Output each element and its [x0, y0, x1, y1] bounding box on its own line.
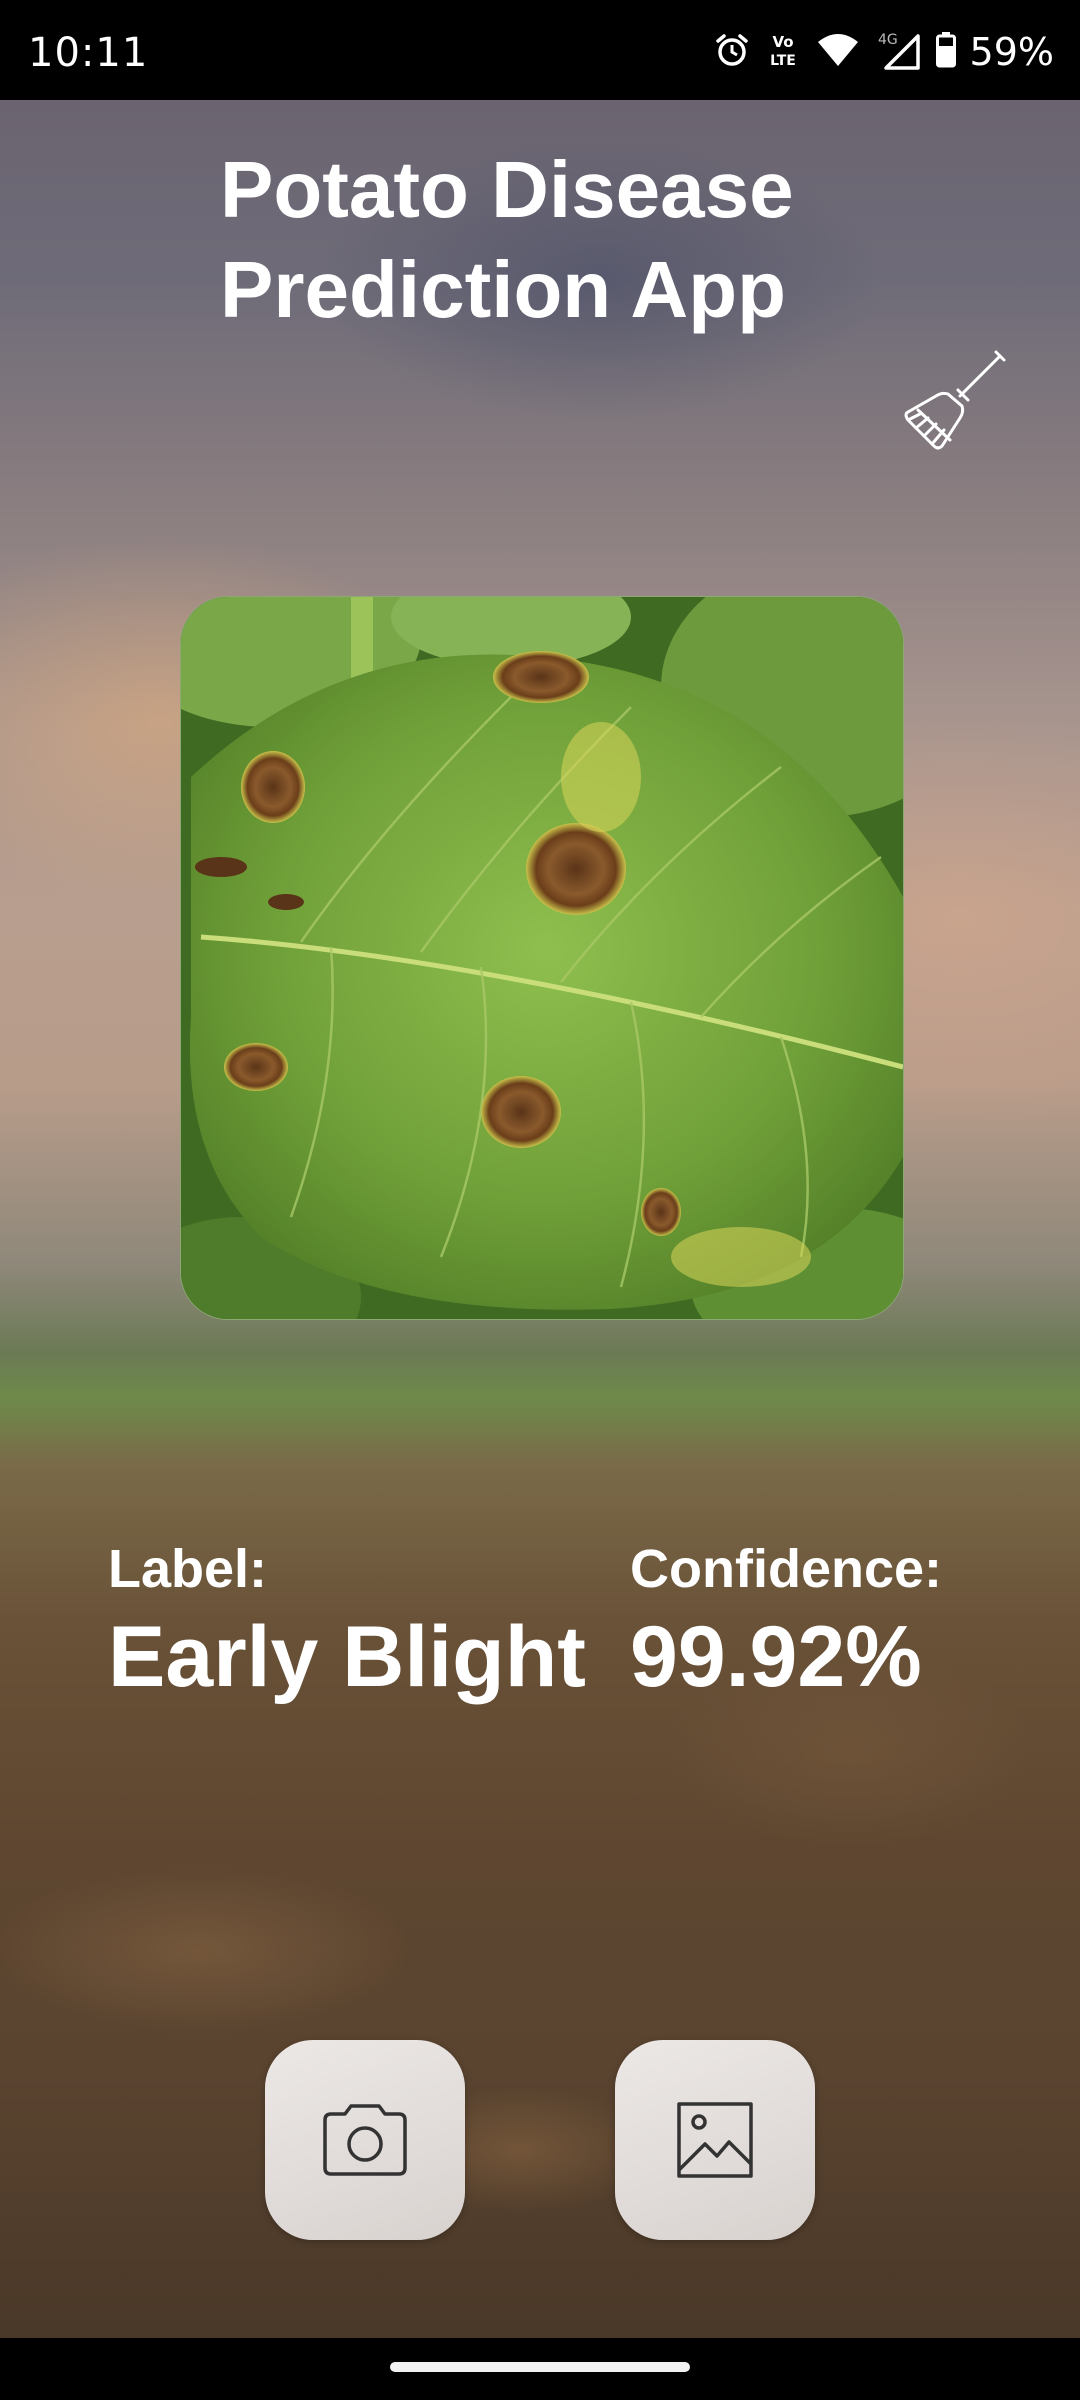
camera-button[interactable]	[265, 2040, 465, 2240]
label-caption: Label:	[108, 1539, 268, 1599]
svg-text:Vo: Vo	[772, 33, 793, 51]
app-title-line1: Potato Disease	[220, 145, 794, 234]
status-bar: 10:11 Vo LTE 4G 59%	[0, 0, 1080, 100]
app-title-line2: Prediction App	[220, 245, 786, 334]
app-title: Potato Disease Prediction App	[220, 140, 920, 340]
clear-button[interactable]	[898, 348, 1010, 460]
label-value: Early Blight	[108, 1609, 586, 1705]
svg-text:LTE: LTE	[770, 53, 796, 69]
battery-icon	[935, 31, 956, 73]
signal-icon: 4G	[874, 30, 922, 75]
home-gesture-handle[interactable]	[390, 2362, 690, 2372]
confidence-caption: Confidence:	[630, 1539, 943, 1599]
confidence-value: 99.92%	[630, 1609, 922, 1705]
broom-icon	[904, 350, 1006, 450]
wifi-icon	[816, 32, 860, 73]
status-time: 10:11	[28, 30, 149, 76]
svg-text:4G: 4G	[878, 32, 898, 48]
result-confidence-block: Confidence: 99.92%	[630, 1538, 942, 1707]
result-label-block: Label: Early Blight	[108, 1538, 586, 1707]
alarm-icon	[714, 32, 750, 73]
camera-icon	[323, 2104, 407, 2176]
navigation-bar	[0, 2338, 1080, 2400]
status-icons: Vo LTE 4G 59%	[714, 30, 1054, 74]
gallery-button[interactable]	[615, 2040, 815, 2240]
volte-icon: Vo LTE	[764, 30, 802, 75]
potato-leaf-image	[180, 596, 904, 1320]
battery-percent: 59%	[969, 30, 1054, 74]
gallery-icon	[677, 2102, 753, 2178]
